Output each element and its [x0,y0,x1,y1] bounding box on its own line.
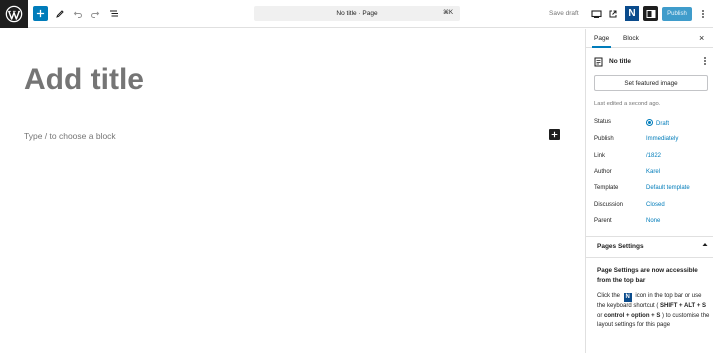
redo-button[interactable] [87,6,103,22]
wordpress-logo-icon[interactable] [0,0,28,28]
close-sidebar-button[interactable]: × [699,33,704,43]
notice-text: or [597,312,603,319]
pencil-icon [56,10,64,18]
page-name: No title [609,58,632,65]
meta-row-discussion: Discussion Closed [594,202,709,212]
external-link-icon [609,10,617,18]
block-placeholder-input[interactable]: Type / to choose a block [24,131,116,141]
post-title-input[interactable]: Add title [24,63,144,97]
page-icon [594,57,603,67]
tab-page[interactable]: Page [591,35,612,48]
meta-row-template: Template Default template [594,185,709,195]
link-label: Link [594,153,606,159]
meta-row-author: Author Karel [594,169,709,179]
redo-icon [91,11,100,18]
more-vertical-icon [702,10,704,18]
template-value[interactable]: Default template [646,185,690,191]
set-featured-image-button[interactable]: Set featured image [594,75,708,91]
meta-row-parent: Parent None [594,218,709,228]
pages-settings-notice-title: Page Settings are now accessible from th… [597,267,698,284]
editor-top-bar: No title · Page ⌘K Save draft N Publish [0,0,713,28]
more-vertical-icon [704,57,706,65]
status-value-text: Draft [656,121,670,127]
editor-canvas: Add title Type / to choose a block [0,29,585,353]
discussion-label: Discussion [594,202,624,208]
status-label: Status [594,119,612,125]
list-view-icon [110,10,118,17]
sidebar-tabs: Page Block × [586,29,713,48]
pages-settings-notice-body: Click the N icon in the top bar or use t… [597,292,710,331]
notice-text: Click the [597,293,621,299]
plus-icon [36,9,45,18]
publish-value[interactable]: Immediately [646,136,678,142]
undo-icon [73,11,82,18]
plus-icon [551,131,558,138]
publish-label: Publish [594,136,614,142]
link-value[interactable]: /1822 [646,153,661,159]
template-label: Template [594,185,619,191]
command-palette-bar[interactable]: No title · Page ⌘K [254,6,460,21]
panel-divider [586,257,713,258]
page-settings-n-button[interactable]: N [625,6,639,21]
desktop-preview-icon [590,10,602,18]
status-value[interactable]: Draft [646,119,669,127]
discussion-value[interactable]: Closed [646,202,665,208]
page-actions-menu-button[interactable] [703,56,707,68]
block-inserter-button[interactable] [33,6,48,21]
draft-status-icon [646,119,653,126]
publish-button[interactable]: Publish [662,7,692,21]
document-title-label: No title · Page [336,10,378,17]
command-shortcut-label: ⌘K [442,10,453,16]
shortcut-text: SHIFT + ALT + S [660,303,707,309]
page-summary: No title [594,57,709,67]
preview-button[interactable] [588,6,604,22]
shortcut-text: control + option + S [604,312,661,319]
tools-pencil-button[interactable] [52,6,68,22]
settings-sidebar-toggle[interactable] [643,6,658,21]
sidebar-icon [646,9,655,18]
save-draft-button[interactable]: Save draft [549,10,579,17]
author-label: Author [594,169,612,175]
tab-block[interactable]: Block [623,35,639,42]
meta-row-publish: Publish Immediately [594,136,709,146]
undo-button[interactable] [70,6,86,22]
meta-row-link: Link /1822 [594,153,709,163]
parent-value[interactable]: None [646,218,660,224]
view-page-button[interactable] [605,6,621,22]
author-value[interactable]: Karel [646,169,660,175]
settings-sidebar: Page Block × No title Set featured image… [585,29,713,353]
panel-divider [586,236,713,237]
meta-row-status: Status Draft [594,119,709,129]
options-menu-button[interactable] [695,6,711,22]
document-overview-button[interactable] [106,6,122,22]
last-edited-text: Last edited a second ago. [594,101,661,107]
parent-label: Parent [594,218,612,224]
inline-block-inserter-button[interactable] [549,129,560,140]
pages-settings-panel-header[interactable]: Pages Settings [597,243,644,250]
n-badge-icon: N [623,293,632,302]
panel-collapse-icon[interactable] [702,242,708,249]
